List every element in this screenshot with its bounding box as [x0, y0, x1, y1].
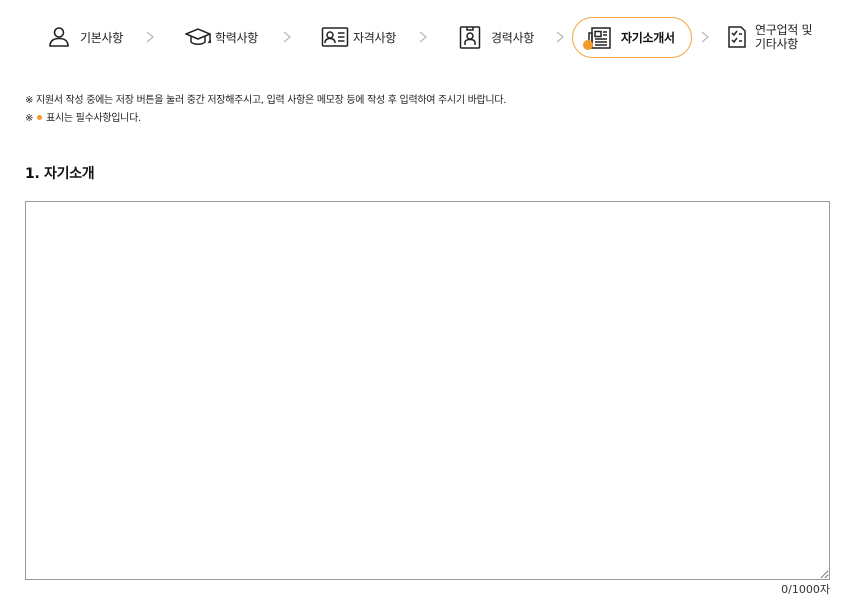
step-label-line: 기타사항	[755, 37, 798, 51]
step-education[interactable]: 학력사항	[185, 15, 258, 59]
step-label: 자기소개서	[621, 31, 675, 45]
step-basic-info[interactable]: 기본사항	[46, 15, 123, 59]
chevron-right-icon	[698, 30, 712, 44]
required-dot-icon	[37, 115, 43, 120]
notice-mark: ※	[25, 113, 34, 124]
chevron-right-icon	[416, 30, 430, 44]
chevron-right-icon	[280, 30, 294, 44]
save-notice: ※ 지원서 작성 중에는 저장 버튼을 눌러 중간 저장해주시고, 입력 사항은…	[25, 95, 507, 106]
badge-icon	[457, 24, 483, 50]
step-label: 연구업적 및 기타사항	[755, 23, 821, 51]
step-label: 자격사항	[353, 30, 396, 45]
required-notice: ※ 표시는 필수사항입니다.	[25, 109, 141, 124]
step-research-and-other[interactable]: 연구업적 및 기타사항	[727, 15, 821, 59]
self-introduction-textarea[interactable]	[25, 201, 830, 580]
step-label: 기본사항	[80, 30, 123, 45]
graduation-cap-icon	[185, 24, 211, 50]
step-label: 경력사항	[491, 30, 534, 45]
step-label: 학력사항	[215, 30, 258, 45]
section-title: 1. 자기소개	[25, 166, 95, 182]
person-icon	[46, 24, 72, 50]
newspaper-icon	[583, 25, 613, 51]
step-navigation: 기본사항 학력사항 자격사항 경력사항 자기소개서 연구업적 및 기타사항	[0, 15, 856, 59]
required-notice-text: 표시는 필수사항입니다.	[46, 113, 141, 124]
id-card-icon	[321, 24, 349, 50]
chevron-right-icon	[143, 30, 157, 44]
character-counter: 0/1000자	[781, 583, 830, 596]
checklist-icon	[727, 24, 747, 50]
step-career[interactable]: 경력사항	[457, 15, 534, 59]
step-qualifications[interactable]: 자격사항	[321, 15, 396, 59]
step-label-line: 연구업적 및	[755, 23, 813, 37]
chevron-right-icon	[553, 30, 567, 44]
active-indicator-dot	[583, 39, 593, 50]
step-self-introduction[interactable]: 자기소개서	[572, 17, 692, 58]
